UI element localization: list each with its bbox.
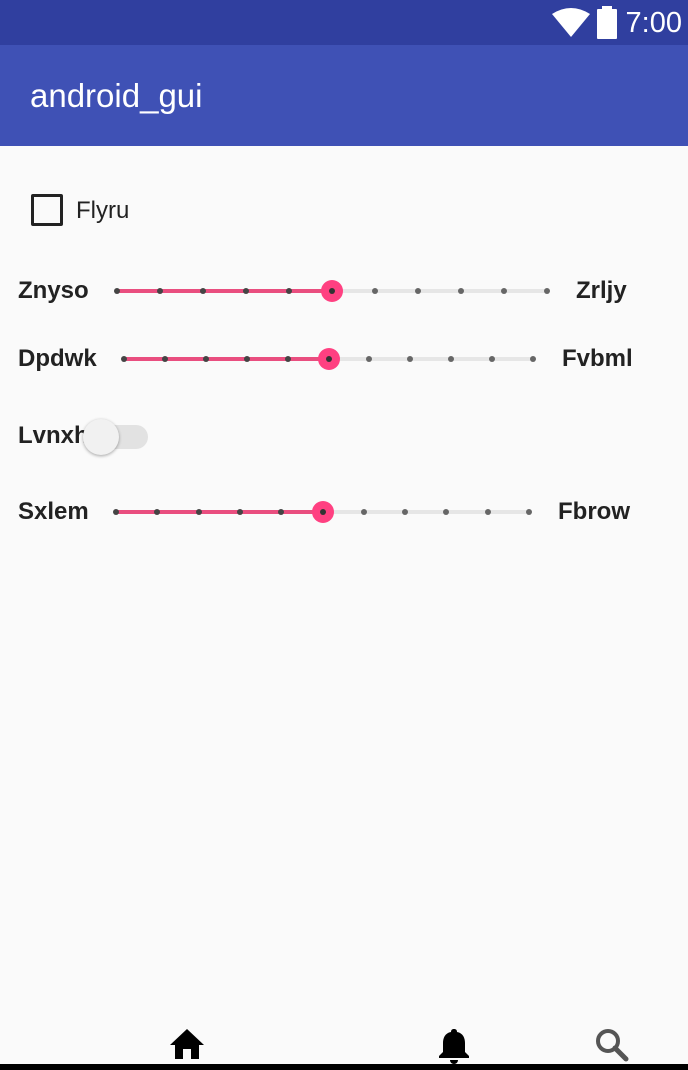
slider-tick bbox=[200, 288, 206, 294]
slider-tick bbox=[372, 288, 378, 294]
slider-tick bbox=[154, 509, 161, 515]
slider-sxlem[interactable] bbox=[113, 492, 532, 532]
bell-icon[interactable] bbox=[438, 1028, 470, 1064]
slider-right-label: Fvbml bbox=[562, 345, 633, 372]
wifi-icon bbox=[552, 8, 590, 37]
main-content: Flyru Znyso Zrljy Dpdwk Fvbml Lvnxh Sxle… bbox=[0, 146, 688, 1036]
slider-thumb[interactable] bbox=[321, 280, 343, 302]
app-bar: android_gui bbox=[0, 45, 688, 146]
slider-tick bbox=[489, 356, 496, 362]
slider-tick bbox=[526, 509, 532, 515]
slider-track-fill bbox=[116, 510, 323, 514]
slider-row-dpdwk: Dpdwk Fvbml bbox=[0, 339, 688, 379]
slider-tick bbox=[360, 509, 367, 515]
switch-row-lvnxh: Lvnxh bbox=[0, 416, 688, 456]
slider-thumb[interactable] bbox=[311, 501, 334, 523]
slider-right-label: Zrljy bbox=[576, 277, 627, 304]
slider-tick bbox=[458, 288, 464, 294]
slider-tick bbox=[236, 509, 243, 515]
slider-tick bbox=[501, 288, 507, 294]
slider-left-label: Znyso bbox=[18, 277, 89, 304]
slider-track-fill bbox=[117, 289, 332, 293]
slider-tick bbox=[121, 356, 127, 362]
slider-right-label: Fbrow bbox=[558, 498, 630, 525]
slider-tick bbox=[530, 356, 536, 362]
slider-tick bbox=[161, 356, 168, 362]
slider-tick bbox=[202, 356, 209, 362]
checkbox-label: Flyru bbox=[76, 197, 130, 224]
slider-track-fill bbox=[124, 357, 329, 361]
slider-tick bbox=[157, 288, 163, 294]
battery-icon bbox=[597, 6, 617, 39]
slider-row-znyso: Znyso Zrljy bbox=[0, 271, 688, 311]
bottom-nav bbox=[0, 1020, 688, 1070]
slider-thumb-dot bbox=[319, 509, 326, 515]
slider-tick bbox=[402, 509, 409, 515]
slider-tick bbox=[448, 356, 455, 362]
slider-row-sxlem: Sxlem Fbrow bbox=[0, 492, 688, 532]
home-icon[interactable] bbox=[169, 1028, 205, 1060]
slider-tick bbox=[286, 288, 292, 294]
slider-tick bbox=[243, 356, 250, 362]
slider-tick bbox=[484, 509, 491, 515]
switch-label: Lvnxh bbox=[18, 422, 89, 449]
slider-left-label: Sxlem bbox=[18, 498, 89, 525]
checkbox-box[interactable] bbox=[31, 194, 63, 226]
slider-tick bbox=[544, 288, 550, 294]
slider-tick bbox=[366, 356, 373, 362]
slider-znyso[interactable] bbox=[114, 271, 550, 311]
search-icon[interactable] bbox=[595, 1028, 629, 1062]
app-title: android_gui bbox=[30, 77, 203, 114]
slider-tick bbox=[278, 509, 285, 515]
slider-thumb-dot bbox=[329, 288, 335, 294]
slider-dpdwk[interactable] bbox=[121, 339, 536, 379]
status-bar: 7:00 bbox=[0, 0, 688, 45]
slider-tick bbox=[113, 509, 119, 515]
slider-tick bbox=[415, 288, 421, 294]
slider-left-label: Dpdwk bbox=[18, 345, 97, 372]
slider-tick bbox=[114, 288, 120, 294]
slider-thumb-dot bbox=[325, 356, 332, 362]
system-nav-bar bbox=[0, 1064, 688, 1070]
slider-tick bbox=[284, 356, 291, 362]
status-time: 7:00 bbox=[625, 7, 682, 39]
slider-thumb[interactable] bbox=[317, 348, 340, 370]
slider-tick bbox=[443, 509, 450, 515]
slider-tick bbox=[243, 288, 249, 294]
slider-tick bbox=[407, 356, 414, 362]
slider-tick bbox=[195, 509, 202, 515]
switch-thumb[interactable] bbox=[83, 419, 119, 455]
